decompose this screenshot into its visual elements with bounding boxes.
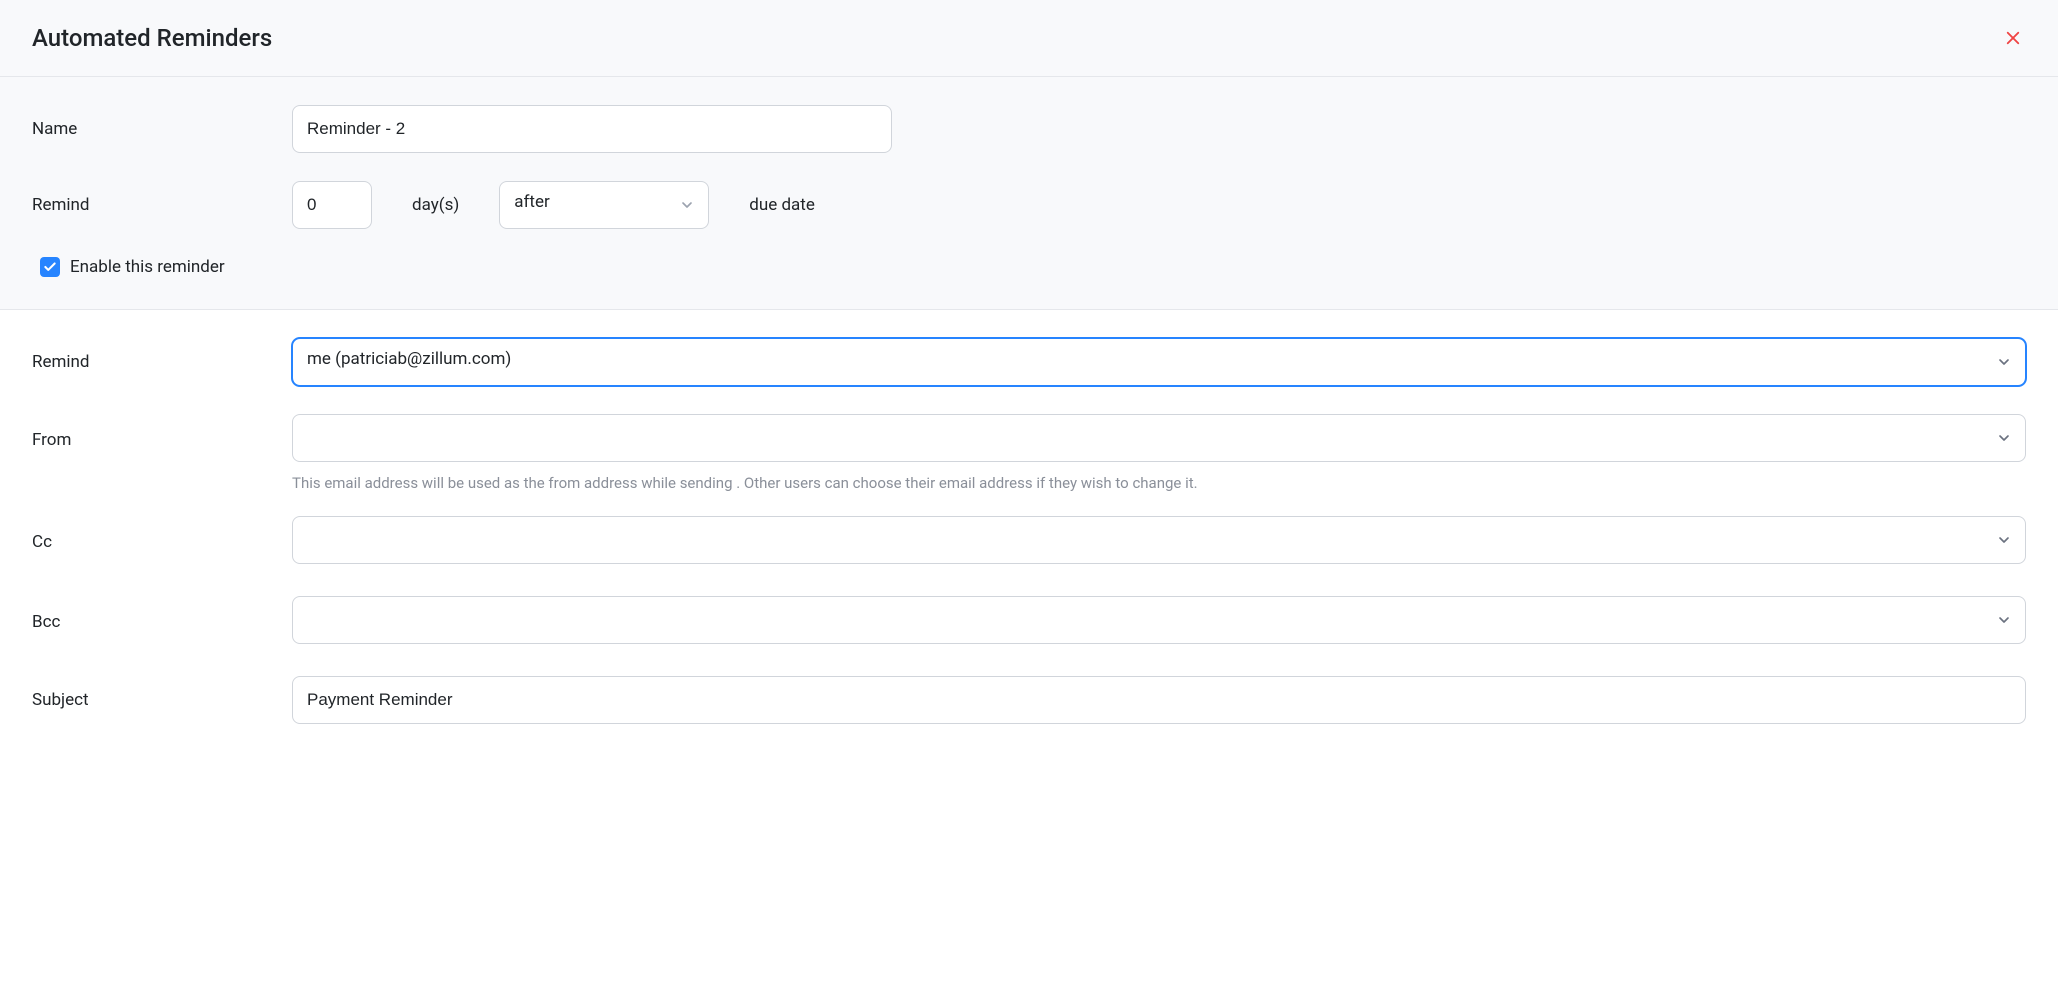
due-date-label: due date xyxy=(749,195,815,215)
remind-who-label: Remind xyxy=(32,352,292,372)
from-select[interactable] xyxy=(292,414,2026,462)
from-select-wrapper xyxy=(292,414,2026,462)
name-label: Name xyxy=(32,119,292,139)
from-label: From xyxy=(32,430,292,450)
bottom-section: Remind me (patriciab@zillum.com) From xyxy=(0,310,2058,752)
cc-select[interactable] xyxy=(292,516,2026,564)
checkmark-icon xyxy=(43,260,57,274)
from-helper-text: This email address will be used as the f… xyxy=(292,474,2026,492)
enable-checkbox-label[interactable]: Enable this reminder xyxy=(70,257,225,277)
top-section: Name Remind day(s) after due date xyxy=(0,77,2058,310)
cc-label: Cc xyxy=(32,532,292,552)
subject-row: Subject xyxy=(32,676,2026,724)
timing-select-value: after xyxy=(514,192,550,212)
remind-who-select-wrapper: me (patriciab@zillum.com) xyxy=(292,338,2026,386)
subject-input[interactable] xyxy=(292,676,2026,724)
timing-select-wrapper: after xyxy=(499,181,709,229)
remind-days-label: Remind xyxy=(32,195,292,215)
remind-who-value: me (patriciab@zillum.com) xyxy=(307,349,511,369)
bcc-label: Bcc xyxy=(32,612,292,632)
cc-row: Cc xyxy=(32,516,2026,568)
remind-days-row: Remind day(s) after due date xyxy=(32,181,2026,229)
enable-checkbox-row: Enable this reminder xyxy=(40,257,2026,277)
from-row: From This email address will be used as … xyxy=(32,414,2026,492)
bcc-select-wrapper xyxy=(292,596,2026,644)
timing-select[interactable]: after xyxy=(499,181,709,229)
bcc-select[interactable] xyxy=(292,596,2026,644)
modal-header: Automated Reminders xyxy=(0,0,2058,77)
close-button[interactable] xyxy=(2000,25,2026,51)
remind-who-select[interactable]: me (patriciab@zillum.com) xyxy=(292,338,2026,386)
cc-select-wrapper xyxy=(292,516,2026,564)
close-icon xyxy=(2004,29,2022,47)
days-unit-label: day(s) xyxy=(412,195,459,215)
enable-checkbox[interactable] xyxy=(40,257,60,277)
bcc-row: Bcc xyxy=(32,596,2026,648)
name-input[interactable] xyxy=(292,105,892,153)
modal-title: Automated Reminders xyxy=(32,24,272,52)
days-input[interactable] xyxy=(292,181,372,229)
remind-who-row: Remind me (patriciab@zillum.com) xyxy=(32,338,2026,386)
subject-label: Subject xyxy=(32,690,292,710)
name-row: Name xyxy=(32,105,2026,153)
